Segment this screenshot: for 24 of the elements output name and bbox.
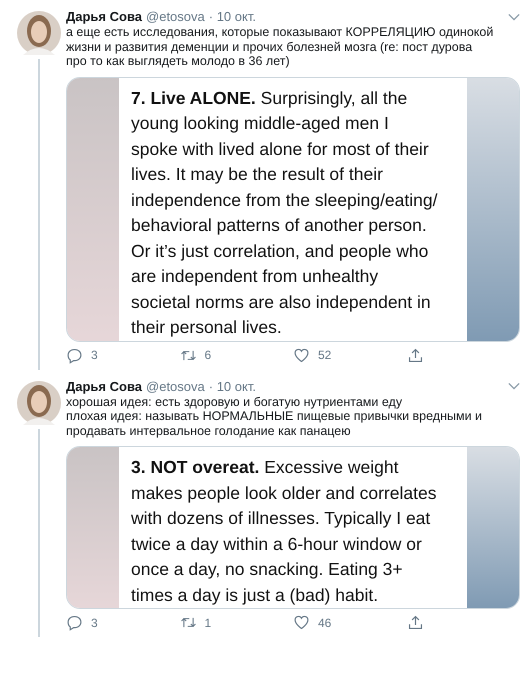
reply-icon[interactable] [66,346,83,364]
share-icon[interactable] [406,346,424,364]
heart-icon[interactable] [293,614,310,631]
like-count: 52 [318,348,332,362]
caret-icon[interactable] [508,382,520,390]
author-handle: @etosova [146,378,205,394]
avatar[interactable] [17,380,61,424]
share-icon[interactable] [406,614,424,631]
retweet-count: 6 [204,348,212,362]
heart-icon[interactable] [293,346,310,364]
tweet-text: хорошая идея: есть здоровую и богатую нутриентами еду плохая идея: называть НОРМАЛЬНЫЕ пищевые привычки вредными и продавать интервальное голодание как панацею [66,394,484,438]
tweet-date[interactable]: · 10 окт. [208,378,256,394]
author-name[interactable]: Дарья Сова [66,9,142,24]
author-name[interactable]: Дарья Сова [66,378,142,394]
retweet-count: 1 [204,616,212,630]
reply-count: 3 [91,348,98,362]
reply-icon[interactable] [66,614,83,631]
tweet-date[interactable]: · 10 окт. [208,9,256,24]
caret-icon[interactable] [508,12,520,20]
like-count: 46 [318,616,332,630]
reply-count: 3 [91,616,98,630]
tweet-text: а еще есть исследования, которые показывают КОРРЕЛЯЦИЮ одинокой жизни и развития деменции и прочих болезней мозга (re: пост дурова про то как выглядеть молодо в 36 лет) [66,25,494,68]
avatar[interactable] [17,11,61,55]
author-handle: @etosova [146,9,205,24]
